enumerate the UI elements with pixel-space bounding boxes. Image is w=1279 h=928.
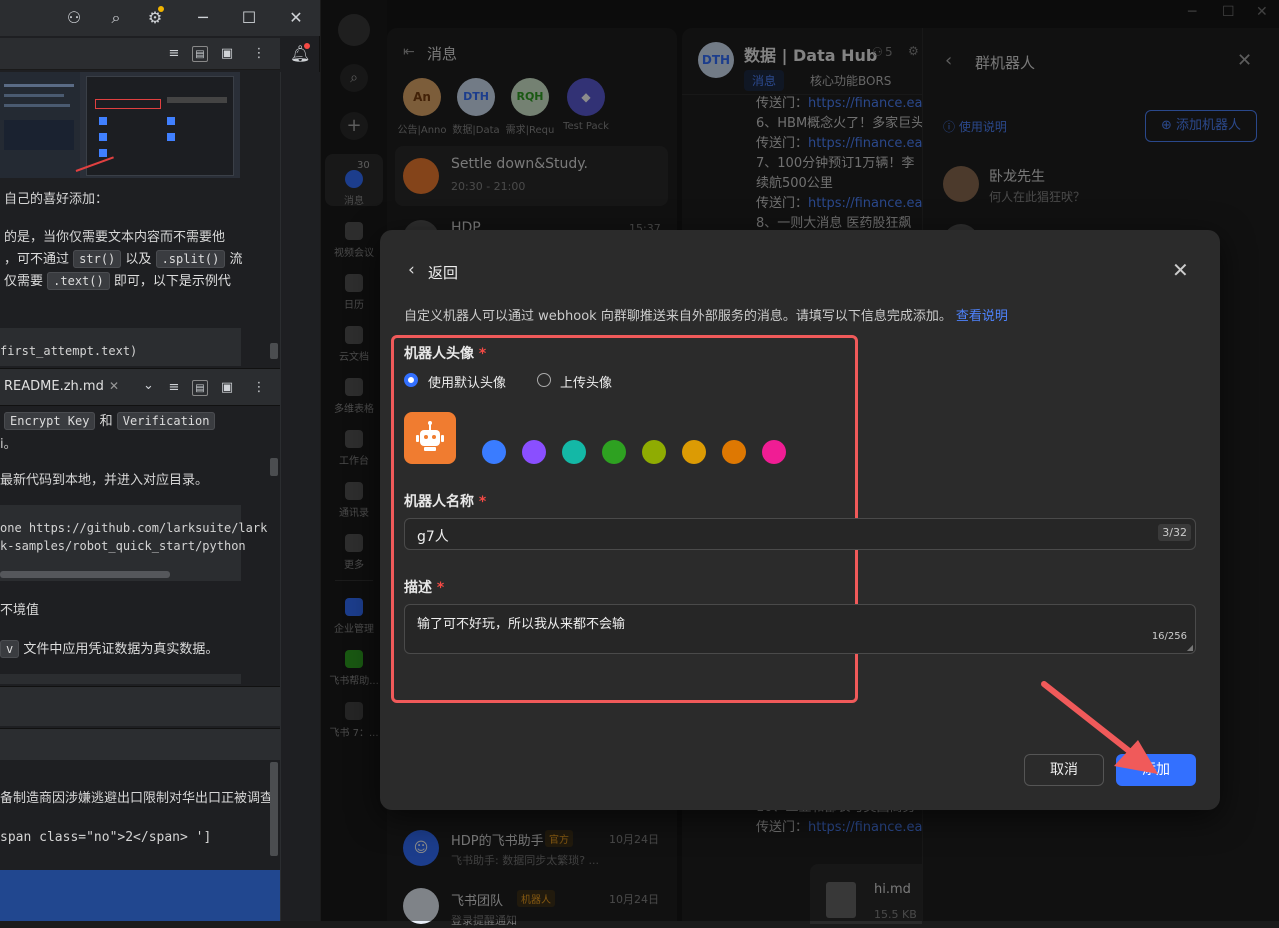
preview-toolbar: ≡ ▤ ▣ ⋮ xyxy=(0,38,280,70)
color-swatch[interactable] xyxy=(482,440,506,464)
radio-upload-avatar[interactable] xyxy=(537,373,551,387)
list-view-icon[interactable]: ≡ xyxy=(166,380,182,396)
code-block: one https://github.com/larksuite/lark k-… xyxy=(0,505,267,581)
search-icon[interactable]: ⌕ xyxy=(106,8,126,28)
split-view-icon[interactable]: ▤ xyxy=(192,380,208,396)
code-block: first_attempt.text) xyxy=(0,328,241,366)
md-text: 以及 xyxy=(125,252,152,267)
radio-label: 使用默认头像 xyxy=(428,376,507,391)
label-text: 机器人名称 xyxy=(404,494,474,510)
input-value: 输了可不好玩，所以我从来都不会输 xyxy=(417,617,626,632)
color-swatch[interactable] xyxy=(562,440,586,464)
md-text-fragment: i。 xyxy=(0,437,17,452)
inline-code: v xyxy=(0,640,20,658)
bot-description-textarea[interactable]: 输了可不好玩，所以我从来都不会输 16/256 ◢ xyxy=(404,604,1196,654)
md-text-line: 备制造商因涉嫌逃避出口限制对华出口正被调查 xyxy=(0,791,274,806)
maximize-icon[interactable]: ☐ xyxy=(239,8,259,28)
bell-badge xyxy=(304,43,310,49)
md-text-line: 不境值 xyxy=(0,603,40,618)
color-swatch[interactable] xyxy=(682,440,706,464)
inline-code: str() xyxy=(73,250,122,268)
char-counter: 16/256 xyxy=(1151,631,1187,642)
scrollbar[interactable] xyxy=(0,571,170,578)
image-view-icon[interactable]: ▣ xyxy=(219,380,235,396)
md-text-line: 自己的喜好添加： xyxy=(4,192,109,207)
right-strip xyxy=(280,72,320,921)
inline-code: .text() xyxy=(47,272,110,290)
code-block-edge xyxy=(0,674,241,684)
scrollbar[interactable] xyxy=(270,458,278,476)
editor-titlebar: ⚇ ⌕ ⚙ ─ ☐ ✕ xyxy=(0,0,320,36)
bot-avatar-preview xyxy=(404,412,456,464)
scrollbar[interactable] xyxy=(270,762,278,856)
code-line: k-samples/robot_quick_start/python xyxy=(0,539,246,553)
description-text: 自定义机器人可以通过 webhook 向群聊推送来自外部服务的消息。请填写以下信… xyxy=(404,309,952,324)
md-text-line: Encrypt Key 和 Verification xyxy=(4,410,216,430)
inline-code: Encrypt Key xyxy=(4,412,96,430)
code-editor-window: ⚇ ⌕ ⚙ ─ ☐ ✕ ≡ ▤ ▣ ⋮ 🔔︎ 自己的喜好添加： 的是，当你仅需要 xyxy=(0,0,320,921)
panel-header xyxy=(0,728,280,760)
md-text: 仅需要 xyxy=(4,274,44,289)
input-value: g7人 xyxy=(417,529,449,545)
color-swatch[interactable] xyxy=(522,440,546,464)
md-text-line: 仅需要 .text() 即可，以下是示例代 xyxy=(4,270,231,290)
code-line: first_attempt.text) xyxy=(0,344,138,358)
dialog-description: 自定义机器人可以通过 webhook 向群聊推送来自外部服务的消息。请填写以下信… xyxy=(404,305,1008,324)
md-text-line: v 文件中应用凭证数据为真实数据。 xyxy=(0,638,219,658)
md-text-line: 最新代码到本地，并进入对应目录。 xyxy=(0,473,209,488)
md-text: 文件中应用凭证数据为真实数据。 xyxy=(23,642,219,657)
label-text: 描述 xyxy=(404,580,432,596)
color-swatch[interactable] xyxy=(642,440,666,464)
description-label: 描述 * xyxy=(404,580,445,596)
notification-dot xyxy=(158,6,164,12)
preview-image xyxy=(0,72,240,178)
inline-code: Verification xyxy=(116,412,216,430)
chevron-down-icon[interactable]: ⌄ xyxy=(143,378,154,393)
md-text: 即可，以下是示例代 xyxy=(113,274,231,289)
code-line: one https://github.com/larksuite/lark xyxy=(0,521,268,535)
md-text-line: 的是，当你仅需要文本内容而不需要他 xyxy=(4,230,226,245)
split-view-icon[interactable]: ▤ xyxy=(192,46,208,62)
name-label: 机器人名称 * xyxy=(404,494,487,510)
robot-icon xyxy=(416,421,444,451)
more-icon[interactable]: ⋮ xyxy=(251,380,267,396)
scrollbar[interactable] xyxy=(270,343,278,359)
inline-code: .split() xyxy=(155,250,226,268)
image-view-icon[interactable]: ▣ xyxy=(219,46,235,62)
code-line: span class="no">2</span> '] xyxy=(0,830,212,845)
list-view-icon[interactable]: ≡ xyxy=(166,46,182,62)
panel-header xyxy=(0,686,280,726)
bot-name-input[interactable]: g7人 3/32 xyxy=(404,518,1196,550)
md-text: ，可不通过 xyxy=(4,252,70,267)
close-icon[interactable]: ✕ xyxy=(286,8,306,28)
md-text-line: ，可不通过 str() 以及 .split() 流 xyxy=(4,248,243,268)
annotation-arrow-icon xyxy=(1041,681,1158,774)
color-swatch[interactable] xyxy=(602,440,626,464)
editor-tab-bar: README.zh.md ✕ ⌄ ≡ ▤ ▣ ⋮ xyxy=(0,368,280,406)
more-icon[interactable]: ⋮ xyxy=(251,46,267,62)
md-text: 和 xyxy=(99,414,113,429)
color-swatch[interactable] xyxy=(762,440,786,464)
md-text: 流 xyxy=(229,252,243,267)
radio-default-avatar[interactable] xyxy=(404,373,418,387)
close-icon[interactable]: ✕ xyxy=(1172,258,1189,282)
resize-handle-icon[interactable]: ◢ xyxy=(1187,643,1193,652)
add-user-icon[interactable]: ⚇ xyxy=(64,8,84,28)
color-swatch[interactable] xyxy=(722,440,746,464)
status-panel xyxy=(0,870,280,921)
back-chevron-icon[interactable]: ‹ xyxy=(408,260,415,280)
avatar-label: 机器人头像 * xyxy=(404,346,487,362)
back-button[interactable]: 返回 xyxy=(428,262,458,283)
radio-label: 上传头像 xyxy=(560,376,613,391)
close-tab-icon[interactable]: ✕ xyxy=(109,379,119,393)
char-counter: 3/32 xyxy=(1158,524,1191,541)
minimize-icon[interactable]: ─ xyxy=(193,8,213,28)
label-text: 机器人头像 xyxy=(404,346,474,362)
file-tab[interactable]: README.zh.md xyxy=(4,379,104,394)
view-docs-link[interactable]: 查看说明 xyxy=(956,309,1008,324)
